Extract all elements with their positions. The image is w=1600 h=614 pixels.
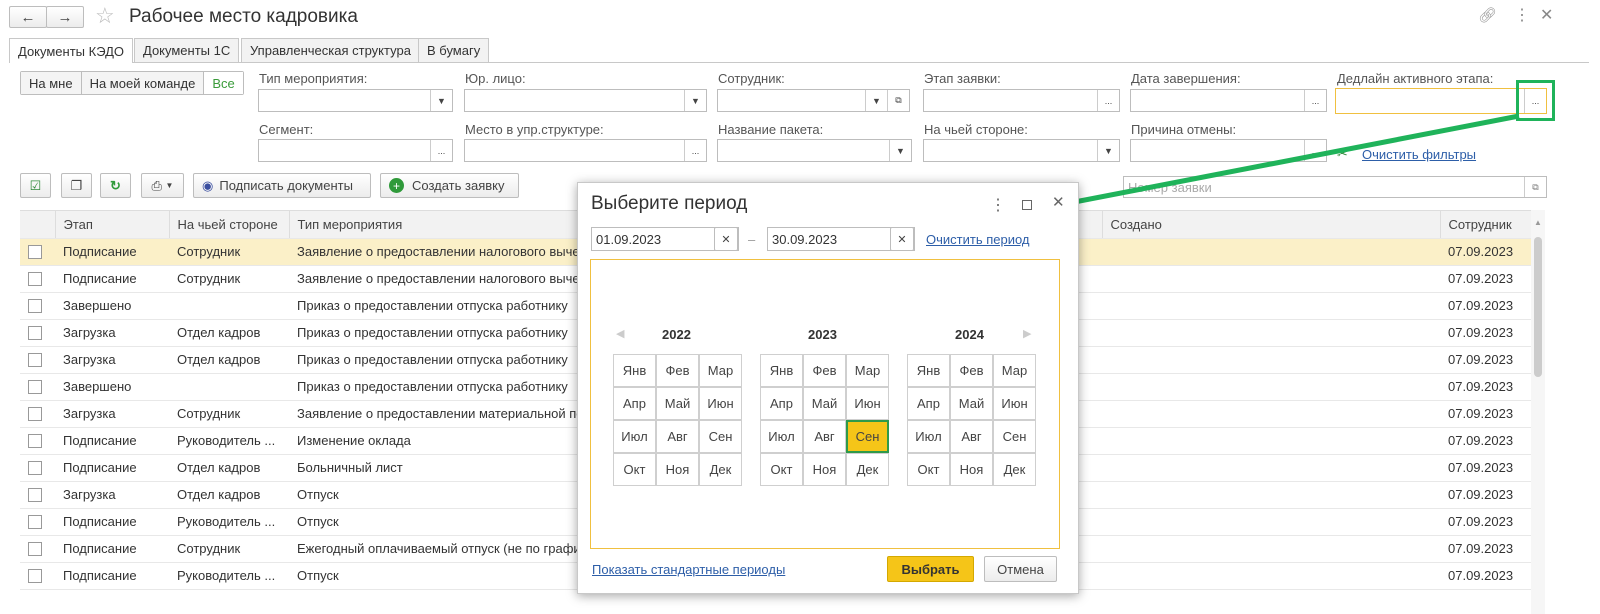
month-grid-2024: Янв Фев Мар Апр Май Июн Июл Авг Сен Окт Ноя Дек [907,354,1036,486]
month-cell[interactable]: Фев [803,354,846,387]
month-grid-2023: Янв Фев Мар Апр Май Июн Июл Авг Сен Окт Ноя Дек [760,354,889,486]
month-cell[interactable]: Апр [760,387,803,420]
month-cell[interactable]: Мар [846,354,889,387]
month-cell[interactable]: Июн [699,387,742,420]
prev-year-icon[interactable]: ◀ [616,327,624,340]
clear-period-link[interactable]: Очистить период [926,232,1030,247]
date-to-clear-button[interactable]: ✕ [890,227,914,251]
period-dash: – [748,232,756,247]
year-label-2023: 2023 [808,327,837,342]
cancel-button[interactable]: Отмена [984,556,1057,582]
dialog-maximize-icon[interactable] [1022,200,1032,210]
month-cell[interactable]: Дек [699,453,742,486]
month-cell[interactable]: Мар [699,354,742,387]
next-year-icon[interactable]: ▶ [1023,327,1031,340]
month-cell[interactable]: Янв [613,354,656,387]
month-cell[interactable]: Фев [950,354,993,387]
period-dialog: Выберите период ⋮ ✕ 01.09.2023▦ ✕ – 30.0… [577,182,1079,594]
month-cell[interactable]: Окт [613,453,656,486]
tab-kedo-docs[interactable]: Документы КЭДО [9,38,134,63]
month-cell[interactable]: Авг [950,420,993,453]
dialog-title: Выберите период [591,193,748,214]
month-cell[interactable]: Май [656,387,699,420]
month-cell[interactable]: Авг [803,420,846,453]
select-button[interactable]: Выбрать [887,556,974,582]
month-cell[interactable]: Апр [907,387,950,420]
month-cell[interactable]: Дек [846,453,889,486]
month-cell[interactable]: Мар [993,354,1036,387]
date-from-clear-button[interactable]: ✕ [714,227,738,251]
month-cell[interactable]: Сен [993,420,1036,453]
month-cell[interactable]: Фев [656,354,699,387]
month-cell[interactable]: Апр [613,387,656,420]
month-cell[interactable]: Июл [760,420,803,453]
dialog-close-icon[interactable]: ✕ [1052,193,1065,211]
month-cell[interactable]: Ноя [950,453,993,486]
standard-periods-link[interactable]: Показать стандартные периоды [592,562,785,577]
dialog-more-icon[interactable]: ⋮ [990,195,1006,215]
month-cell[interactable]: Июн [993,387,1036,420]
month-cell[interactable]: Янв [760,354,803,387]
month-cell[interactable]: Май [950,387,993,420]
month-cell[interactable]: Окт [907,453,950,486]
month-cell[interactable]: Сен [699,420,742,453]
year-label-2022: 2022 [662,327,691,342]
month-cell[interactable]: Янв [907,354,950,387]
month-cell[interactable]: Июн [846,387,889,420]
month-cell[interactable]: Дек [993,453,1036,486]
month-cell[interactable]: Сен [846,420,889,453]
month-cell[interactable]: Окт [760,453,803,486]
month-cell[interactable]: Ноя [656,453,699,486]
month-cell[interactable]: Авг [656,420,699,453]
month-grid-2022: Янв Фев Мар Апр Май Июн Июл Авг Сен Окт Ноя Дек [613,354,742,486]
year-label-2024: 2024 [955,327,984,342]
calendar-panel: ◀ ▶ 2022 2023 2024 Янв Фев Мар Апр Май Июн Июл… [590,259,1060,549]
month-cell[interactable]: Июл [613,420,656,453]
month-cell[interactable]: Ноя [803,453,846,486]
month-cell[interactable]: Июл [907,420,950,453]
month-cell[interactable]: Май [803,387,846,420]
